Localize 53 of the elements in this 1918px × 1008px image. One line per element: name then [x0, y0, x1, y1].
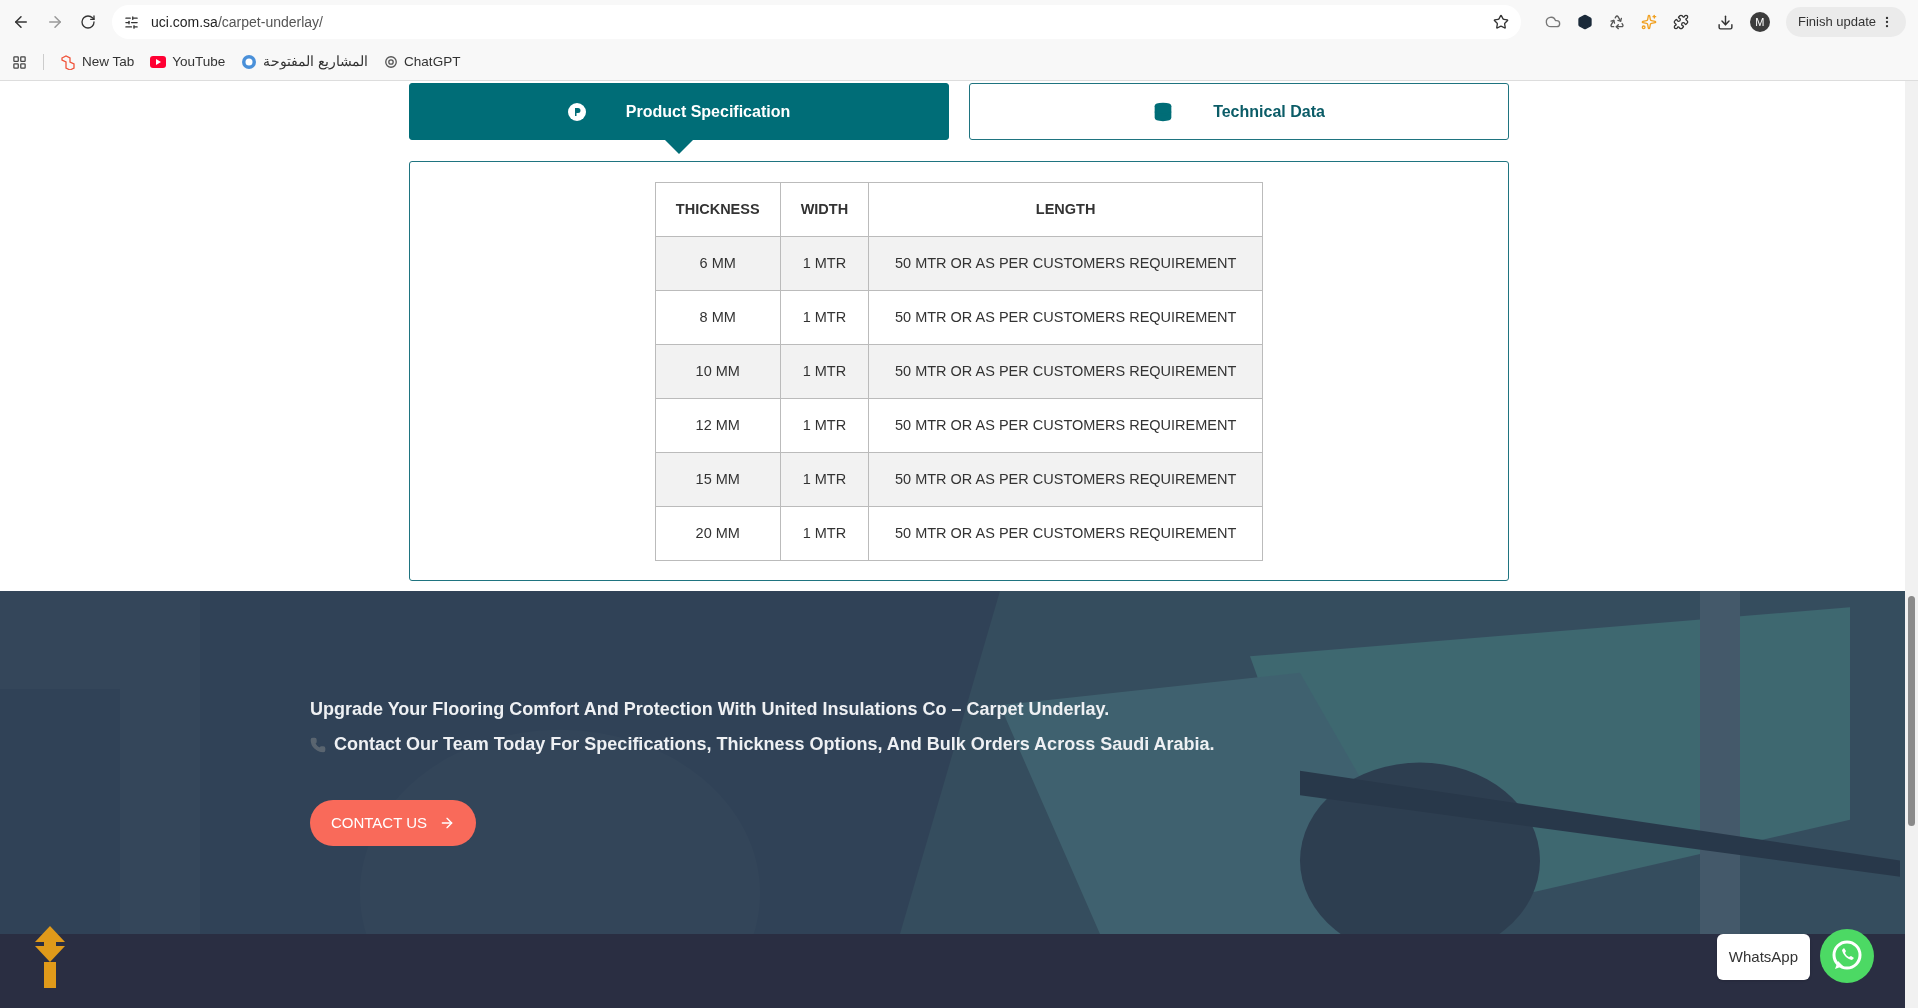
- p-circle-icon: [567, 102, 586, 121]
- table-cell: 10 MM: [655, 344, 781, 399]
- table-cell: 50 MTR OR AS PER CUSTOMERS REQUIREMENT: [868, 506, 1263, 561]
- table-cell: 1 MTR: [780, 344, 869, 399]
- banner-heading: Upgrade Your Flooring Comfort And Protection With United Insulations Co – Carpet Underlay.: [310, 698, 1111, 721]
- bookmark-link[interactable]: New Tab: [60, 51, 135, 73]
- bookmark-link[interactable]: YouTube: [150, 51, 226, 73]
- whatsapp-label[interactable]: WhatsApp: [1716, 933, 1810, 980]
- whatsapp-icon[interactable]: [1820, 929, 1874, 983]
- table-cell: 50 MTR OR AS PER CUSTOMERS REQUIREMENT: [868, 398, 1263, 453]
- bookmark-link[interactable]: المشاريع المفتوحة: [241, 51, 369, 73]
- avatar[interactable]: M: [1749, 12, 1770, 32]
- column-header: THICKNESS: [655, 182, 781, 237]
- table-cell: 50 MTR OR AS PER CUSTOMERS REQUIREMENT: [868, 290, 1263, 345]
- tab[interactable]: Product Specification: [409, 83, 949, 140]
- table-cell: 20 MM: [655, 506, 781, 561]
- back-icon[interactable]: [12, 13, 30, 31]
- play-icon: [150, 56, 167, 68]
- scroll-top-icon[interactable]: [35, 926, 65, 988]
- tab-pointer-icon: [665, 140, 693, 154]
- table-cell: 6 MM: [655, 236, 781, 291]
- bookmark-link[interactable]: ChatGPT: [384, 51, 461, 73]
- column-header: WIDTH: [780, 182, 869, 237]
- table-cell: 50 MTR OR AS PER CUSTOMERS REQUIREMENT: [868, 452, 1263, 507]
- address-bar[interactable]: uci.com.sa/carpet-underlay/: [112, 5, 1521, 39]
- apps-icon[interactable]: [12, 54, 27, 70]
- extensions-icon[interactable]: [1672, 14, 1689, 30]
- table-cell: 15 MM: [655, 452, 781, 507]
- table-cell: 8 MM: [655, 290, 781, 345]
- update-button[interactable]: Finish update: [1785, 7, 1906, 37]
- recycle-icon[interactable]: [1608, 14, 1625, 30]
- site-info-icon[interactable]: [124, 14, 139, 30]
- phone-icon: [310, 736, 326, 753]
- table-cell: 1 MTR: [780, 290, 869, 345]
- reload-icon[interactable]: [80, 14, 96, 30]
- table-cell: 50 MTR OR AS PER CUSTOMERS REQUIREMENT: [868, 344, 1263, 399]
- table-cell: 1 MTR: [780, 236, 869, 291]
- cloud-icon[interactable]: [1544, 14, 1561, 30]
- table-cell: 12 MM: [655, 398, 781, 453]
- banner-text: Contact Our Team Today For Specifications, Thickness Options, And Bulk Orders Across Saudi Arabia.: [334, 733, 1215, 756]
- circle-icon: [241, 54, 258, 70]
- tab[interactable]: Technical Data: [969, 83, 1509, 140]
- download-icon[interactable]: [1716, 13, 1734, 31]
- table-cell: 1 MTR: [780, 506, 869, 561]
- star-icon[interactable]: [1492, 14, 1509, 30]
- table-cell: 1 MTR: [780, 398, 869, 453]
- table-cell: 50 MTR OR AS PER CUSTOMERS REQUIREMENT: [868, 236, 1263, 291]
- column-header: LENGTH: [868, 182, 1263, 237]
- hexagon-icon[interactable]: [1576, 14, 1593, 30]
- url-text: uci.com.sa/carpet-underlay/: [151, 12, 324, 32]
- table-cell: 1 MTR: [780, 452, 869, 507]
- scrollbar[interactable]: [1905, 81, 1918, 1008]
- forward-icon[interactable]: [46, 13, 64, 31]
